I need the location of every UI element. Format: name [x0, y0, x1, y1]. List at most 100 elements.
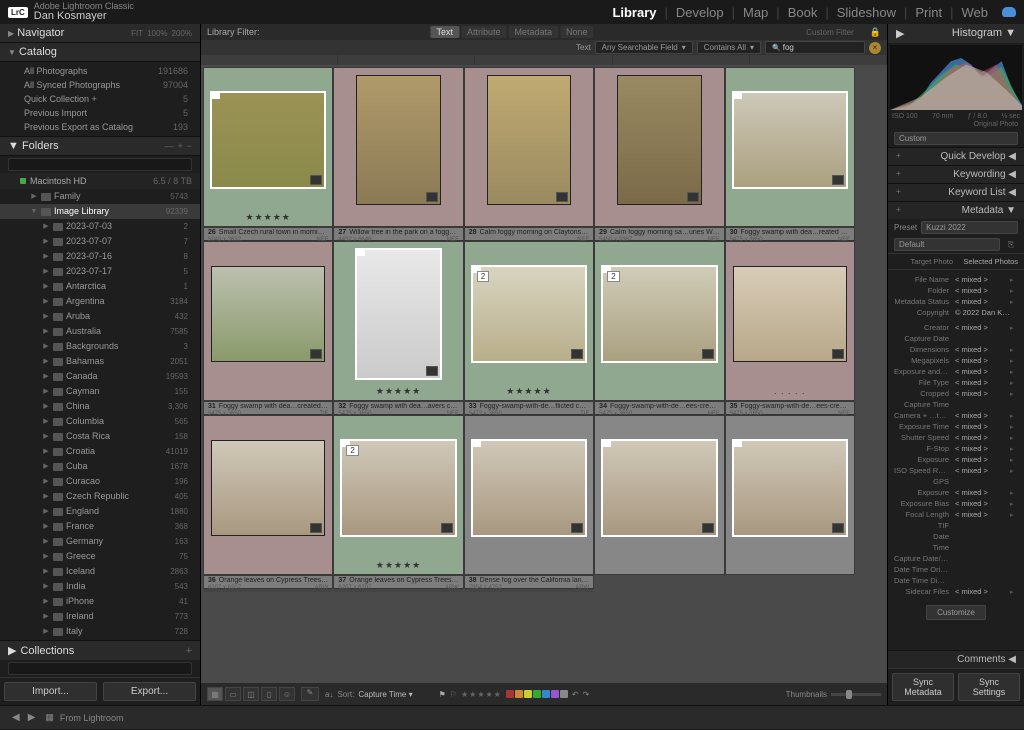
color-chip[interactable]	[524, 690, 532, 698]
painter-icon[interactable]: ✎	[301, 687, 319, 701]
metadata-row[interactable]: GPS	[894, 476, 1018, 487]
sync-metadata-button[interactable]: Sync Metadata	[892, 673, 954, 701]
metadata-row[interactable]: Capture Date/Time	[894, 553, 1018, 564]
metadata-row[interactable]: Creator< mixed >▸	[894, 322, 1018, 333]
grid-cell[interactable]: 27Willow tree in the park on a foggy day…	[333, 227, 463, 241]
folder-row[interactable]: ▶England1880	[0, 504, 200, 519]
folder-row[interactable]: ▶iPhone41	[0, 594, 200, 609]
collections-header[interactable]: ▶Collections +	[0, 640, 200, 660]
metadata-row[interactable]: Date Time Original	[894, 564, 1018, 575]
module-print[interactable]: Print	[911, 5, 946, 20]
grid-cell[interactable]: 29Calm foggy morning sa…unes Western Aus…	[594, 227, 724, 241]
folder-row[interactable]: ▶Antarctica1	[0, 279, 200, 294]
metadata-row[interactable]: Exposure and ISO< mixed >▸	[894, 366, 1018, 377]
metadata-row[interactable]: F-Stop< mixed >▸	[894, 443, 1018, 454]
folder-row[interactable]: ▶China3,306	[0, 399, 200, 414]
folder-row[interactable]: ▶Cuba1678	[0, 459, 200, 474]
folder-row[interactable]: ▶Columbia565	[0, 414, 200, 429]
color-chip[interactable]	[551, 690, 559, 698]
folder-row[interactable]: ▶Iceland2863	[0, 564, 200, 579]
filter-tab-none[interactable]: None	[560, 26, 594, 38]
nav-fwd-icon[interactable]: ▶	[24, 712, 40, 723]
metadata-row[interactable]: TIF	[894, 520, 1018, 531]
catalog-item[interactable]: All Synced Photographs97004	[0, 78, 200, 92]
metadata-row[interactable]: Folder< mixed >▸	[894, 285, 1018, 296]
cloud-sync-icon[interactable]	[1002, 7, 1016, 17]
panel-metadata[interactable]: +Metadata ▼	[888, 201, 1024, 219]
metadata-preset-dropdown[interactable]: Kuzzi 2022	[921, 221, 1018, 234]
status-path[interactable]: From Lightroom	[60, 713, 1016, 723]
color-chip[interactable]	[542, 690, 550, 698]
folder-row[interactable]: ▶2023-07-168	[0, 249, 200, 264]
thumbnail-size-slider[interactable]	[831, 693, 881, 696]
module-web[interactable]: Web	[958, 5, 993, 20]
folder-row[interactable]: ▶Aruba432	[0, 309, 200, 324]
grid-cell[interactable]: ★★★★★	[333, 241, 463, 401]
grid-cell[interactable]: 30Foggy swamp with dea…reated by Beavers…	[725, 227, 855, 241]
sort-dropdown[interactable]: Capture Time ▾	[358, 690, 412, 699]
search-rule-dropdown[interactable]: Contains All▾	[697, 41, 761, 54]
grid-cell[interactable]: 36Orange leaves on Cypress Trees in fog-…	[203, 575, 333, 589]
grid-cell[interactable]: 32Foggy swamp with dea…avers created by …	[333, 401, 463, 415]
grid-cell[interactable]	[333, 67, 463, 227]
grid-cell[interactable]	[464, 67, 594, 227]
folder-row[interactable]: ▶Curacao196	[0, 474, 200, 489]
grid-cell[interactable]	[203, 241, 333, 401]
import-button[interactable]: Import...	[4, 682, 97, 701]
folder-row[interactable]: ▶Germany163	[0, 534, 200, 549]
metadata-row[interactable]: Focal Length< mixed >▸	[894, 509, 1018, 520]
custom-filter-label[interactable]: Custom Filter	[806, 28, 858, 37]
sort-direction-icon[interactable]: a↓	[325, 690, 333, 699]
folder-row[interactable]: ▶2023-07-032	[0, 219, 200, 234]
minus-icon[interactable]: −	[187, 141, 192, 151]
catalog-item[interactable]: Previous Import5	[0, 106, 200, 120]
comments-header[interactable]: Comments ◀	[888, 650, 1024, 668]
metadata-row[interactable]: Exposure< mixed >▸	[894, 487, 1018, 498]
customize-button[interactable]: Customize	[926, 605, 986, 620]
sync-settings-button[interactable]: Sync Settings	[958, 673, 1020, 701]
color-chip[interactable]	[515, 690, 523, 698]
folder-row[interactable]: ▶Czech Republic405	[0, 489, 200, 504]
search-input[interactable]: fog	[765, 41, 865, 54]
metadata-row[interactable]: Date Time Digitized	[894, 575, 1018, 586]
grid-cell[interactable]: . . . . .	[725, 241, 855, 401]
grid-cell[interactable]	[594, 67, 724, 227]
metadata-row[interactable]: Cropped< mixed >▸	[894, 388, 1018, 399]
folder-row[interactable]: ▶Family5743	[0, 189, 200, 204]
histogram-custom-dropdown[interactable]: Custom	[894, 132, 1018, 145]
module-library[interactable]: Library	[608, 5, 660, 20]
grid-cell[interactable]: 26Small Czech rural town in morning fog5…	[203, 227, 333, 241]
grid-cell[interactable]: 37Orange leaves on Cypress Trees in fog6…	[333, 575, 463, 589]
folder-row[interactable]: ▶France368	[0, 519, 200, 534]
collections-filter[interactable]	[8, 662, 192, 675]
folder-row[interactable]: ▶Costa Rica158	[0, 429, 200, 444]
folder-row[interactable]: ▶2023-07-077	[0, 234, 200, 249]
folder-row[interactable]: ▶Ireland773	[0, 609, 200, 624]
grid-cell[interactable]	[464, 415, 594, 575]
metadata-row[interactable]: Capture Date	[894, 333, 1018, 344]
catalog-item[interactable]: Previous Export as Catalog193	[0, 120, 200, 134]
folder-row[interactable]: ▶Australia7585	[0, 324, 200, 339]
folders-header[interactable]: ▼ Folders —+−	[0, 136, 200, 156]
grid-cell[interactable]: 38Dense fog over the California landscap…	[464, 575, 594, 589]
folder-row[interactable]: ▶Bahamas2051	[0, 354, 200, 369]
compare-mode-icon[interactable]: ◫	[243, 687, 259, 701]
grid-view[interactable]: ★★★★★26Small Czech rural town in morning…	[201, 65, 887, 683]
metadata-row[interactable]: Capture Time	[894, 399, 1018, 410]
lock-icon[interactable]: 🔒	[870, 27, 881, 38]
metadata-row[interactable]: Camera + …te Settings< mixed >▸	[894, 410, 1018, 421]
folder-row[interactable]: ▶Greece75	[0, 549, 200, 564]
flag-reject-icon[interactable]: ⚐	[450, 690, 457, 699]
metadata-row[interactable]: Dimensions< mixed >▸	[894, 344, 1018, 355]
plus-icon[interactable]: +	[177, 141, 182, 151]
metadata-row[interactable]: Shutter Speed< mixed >▸	[894, 432, 1018, 443]
metadata-row[interactable]: Copyright© 2022 Dan Kosmayer..	[894, 307, 1018, 318]
catalog-header[interactable]: ▼ Catalog	[0, 43, 200, 62]
people-mode-icon[interactable]: ☺	[279, 687, 295, 701]
navigator-header[interactable]: ▶ Navigator FIT100%200%	[0, 24, 200, 43]
folder-row[interactable]: ▶Backgrounds3	[0, 339, 200, 354]
filter-tab-text[interactable]: Text	[430, 26, 459, 38]
folder-row[interactable]: ▶Italy728	[0, 624, 200, 639]
metadata-default-dropdown[interactable]: Default	[894, 238, 1000, 251]
rotate-cw-icon[interactable]: ↷	[583, 690, 590, 699]
